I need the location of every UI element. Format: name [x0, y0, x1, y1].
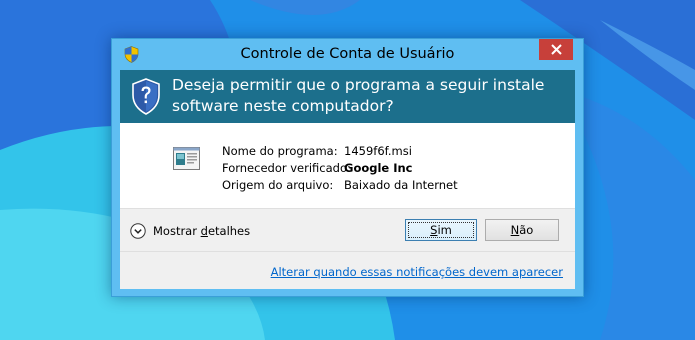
yes-button[interactable]: Sim: [405, 219, 477, 241]
dialog-content: Deseja permitir que o programa a seguir …: [120, 70, 575, 289]
title-bar[interactable]: Controle de Conta de Usuário: [112, 39, 583, 70]
divider: [120, 251, 575, 252]
close-button[interactable]: [539, 39, 573, 60]
focus-rectangle: [408, 222, 474, 238]
program-name-value: 1459f6f.msi: [344, 144, 412, 158]
detail-row-publisher: Fornecedor verificado:Google Inc: [222, 160, 458, 177]
no-button[interactable]: Não: [485, 219, 559, 241]
header-question: Deseja permitir que o programa a seguir …: [172, 76, 545, 115]
msi-program-icon: [173, 147, 200, 170]
window-title: Controle de Conta de Usuário: [240, 46, 455, 62]
close-icon: [550, 44, 562, 55]
detail-row-file-origin: Origem do arquivo: Baixado da Internet: [222, 177, 458, 194]
uac-question-shield-icon: [132, 78, 160, 115]
show-details-toggle[interactable]: Mostrar detalhes: [130, 223, 250, 239]
detail-row-program-name: Nome do programa: 1459f6f.msi: [222, 143, 458, 160]
file-origin-value: Baixado da Internet: [344, 178, 458, 192]
change-notification-settings-link[interactable]: Alterar quando essas notificações devem …: [271, 265, 563, 279]
button-area: Mostrar detalhes Sim Não: [120, 208, 575, 251]
publisher-value: Google Inc: [344, 161, 413, 175]
detail-label: Fornecedor verificado:: [222, 161, 351, 175]
program-details: Nome do programa: 1459f6f.msi Fornecedor …: [222, 143, 458, 194]
show-details-label: Mostrar detalhes: [153, 224, 251, 238]
header-band: Deseja permitir que o programa a seguir …: [120, 70, 575, 123]
chevron-down-circle-icon: [130, 223, 146, 239]
no-button-label: Não: [510, 223, 534, 237]
detail-label: Nome do programa:: [222, 144, 338, 158]
uac-dialog-window: Controle de Conta de Usuário Deseja perm…: [111, 38, 584, 297]
detail-label: Origem do arquivo:: [222, 178, 334, 192]
link-area: Alterar quando essas notificações devem …: [120, 251, 575, 289]
